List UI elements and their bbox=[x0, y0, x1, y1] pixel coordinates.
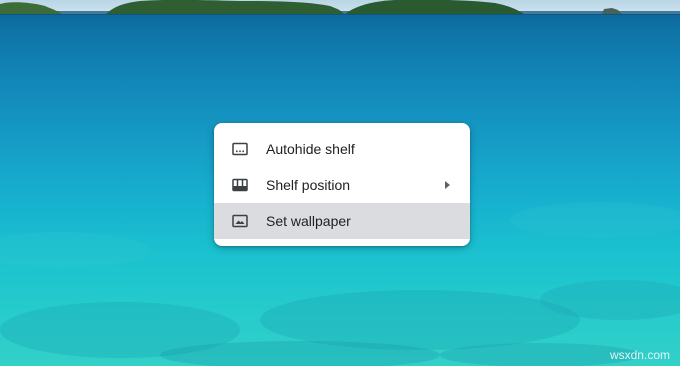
wallpaper-icon bbox=[232, 214, 248, 228]
menu-item-label: Autohide shelf bbox=[266, 141, 355, 157]
shelf-position-icon bbox=[232, 178, 248, 192]
desktop-wallpaper[interactable]: wsxdn.com Autohide shelf Shelf position bbox=[0, 0, 680, 366]
menu-item-shelf-position[interactable]: Shelf position bbox=[214, 167, 470, 203]
menu-item-label: Set wallpaper bbox=[266, 213, 351, 229]
menu-item-label: Shelf position bbox=[266, 177, 351, 193]
shelf-context-menu: Autohide shelf Shelf position Set wallpa… bbox=[214, 123, 470, 246]
autohide-shelf-icon bbox=[232, 142, 248, 156]
watermark: wsxdn.com bbox=[609, 348, 670, 362]
menu-item-autohide-shelf[interactable]: Autohide shelf bbox=[214, 131, 470, 167]
menu-item-set-wallpaper[interactable]: Set wallpaper bbox=[214, 203, 470, 239]
submenu-arrow-icon bbox=[445, 181, 450, 189]
